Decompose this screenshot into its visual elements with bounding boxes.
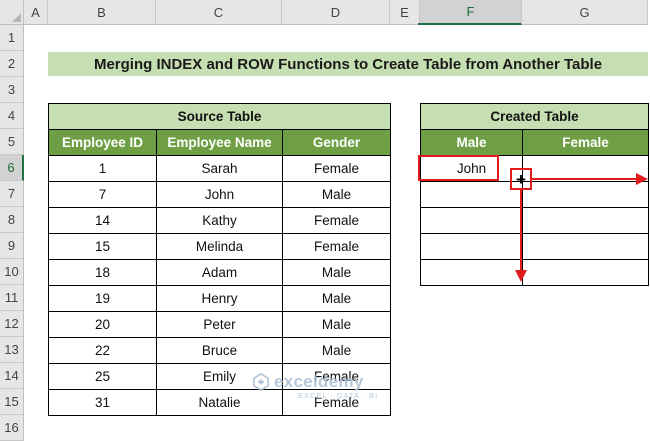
source-cell[interactable]: 19 [48, 285, 157, 312]
created-header-cell[interactable]: Female [522, 129, 649, 156]
row-header-14[interactable]: 14 [0, 363, 24, 389]
source-cell[interactable]: Female [281, 207, 392, 234]
source-cell[interactable]: Bruce [156, 337, 283, 364]
row-header-4[interactable]: 4 [0, 103, 24, 129]
source-cell[interactable]: 18 [48, 259, 157, 286]
arrow-down-head-icon [515, 270, 527, 282]
source-cell[interactable]: 20 [48, 311, 157, 338]
source-cell[interactable]: Male [281, 337, 392, 364]
table-row [420, 259, 649, 286]
row-header-13[interactable]: 13 [0, 337, 24, 363]
spreadsheet-grid: ABCDEFG 1 2 3 4 5 6 7 8 9 10 11 12 13 14 15 16 Merging … [0, 0, 650, 441]
column-header-e[interactable]: E [390, 0, 420, 25]
table-row: 22 Bruce Male [48, 337, 392, 364]
table-row: 19 Henry Male [48, 285, 392, 312]
source-cell[interactable]: Melinda [156, 233, 283, 260]
page-title[interactable]: Merging INDEX and ROW Functions to Creat… [48, 52, 648, 76]
row-header-7[interactable]: 7 [0, 181, 24, 207]
table-row: 1 Sarah Female [48, 155, 392, 182]
source-cell[interactable]: Sarah [156, 155, 283, 182]
source-cell[interactable]: Male [281, 259, 392, 286]
row-header-11[interactable]: 11 [0, 285, 24, 311]
table-row: 15 Melinda Female [48, 233, 392, 260]
watermark-tagline: EXCEL · DATA · BI [298, 391, 379, 400]
row-header-3[interactable]: 3 [0, 77, 24, 103]
source-cell[interactable]: 1 [48, 155, 157, 182]
created-header-cell[interactable]: Male [420, 129, 523, 156]
source-cell[interactable]: 31 [48, 389, 157, 416]
row-header-2[interactable]: 2 [0, 51, 24, 77]
arrow-right-head-icon [636, 173, 648, 185]
source-cell[interactable]: John [156, 181, 283, 208]
source-cell[interactable]: Male [281, 285, 392, 312]
source-cell[interactable]: Male [281, 181, 392, 208]
row-header-5[interactable]: 5 [0, 129, 24, 155]
created-cell[interactable] [522, 259, 649, 286]
source-cell[interactable]: Kathy [156, 207, 283, 234]
created-cell[interactable] [420, 181, 523, 208]
source-cell[interactable]: 25 [48, 363, 157, 390]
row-header-9[interactable]: 9 [0, 233, 24, 259]
source-cell[interactable]: Female [281, 233, 392, 260]
source-cell[interactable]: Adam [156, 259, 283, 286]
row-header-6[interactable]: 6 [0, 155, 24, 181]
source-cell[interactable]: Peter [156, 311, 283, 338]
source-cell[interactable]: 14 [48, 207, 157, 234]
row-header-16[interactable]: 16 [0, 415, 24, 441]
source-cell[interactable]: 7 [48, 181, 157, 208]
table-row: 18 Adam Male [48, 259, 392, 286]
source-header-cell[interactable]: Employee Name [156, 129, 283, 156]
exceldemy-logo-icon [252, 373, 270, 391]
table-row [420, 233, 649, 260]
column-header-g[interactable]: G [522, 0, 648, 25]
row-header-15[interactable]: 15 [0, 389, 24, 415]
arrow-right-icon [532, 178, 638, 180]
table-row: 20 Peter Male [48, 311, 392, 338]
source-table-caption[interactable]: Source Table [47, 103, 392, 130]
created-cell[interactable] [420, 207, 523, 234]
arrow-down-icon [520, 190, 522, 272]
column-header-a[interactable]: A [24, 0, 48, 25]
source-cell[interactable]: Natalie [156, 389, 283, 416]
row-header-1[interactable]: 1 [0, 25, 24, 51]
source-cell[interactable]: 15 [48, 233, 157, 260]
source-header-cell[interactable]: Gender [281, 129, 392, 156]
watermark-brand: exceldemy [274, 372, 364, 391]
created-cell[interactable] [522, 207, 649, 234]
source-header-cell[interactable]: Employee ID [48, 129, 157, 156]
select-all-corner[interactable] [0, 0, 24, 25]
watermark: exceldemy EXCEL · DATA · BI [252, 372, 377, 400]
created-table-caption[interactable]: Created Table [420, 103, 649, 130]
source-cell[interactable]: Female [281, 155, 392, 182]
table-row: 7 John Male [48, 181, 392, 208]
created-cell[interactable] [420, 259, 523, 286]
column-selection-indicator [418, 23, 520, 25]
table-row [420, 207, 649, 234]
table-row [420, 181, 649, 208]
created-table: Created Table Male Female John [420, 103, 649, 286]
active-cell-highlight [418, 155, 499, 181]
row-header-12[interactable]: 12 [0, 311, 24, 337]
source-table: Source Table Employee ID Employee Name Gend… [47, 103, 392, 416]
source-cell[interactable]: Henry [156, 285, 283, 312]
crosshair-plus-icon[interactable]: + [510, 168, 532, 190]
created-cell[interactable] [522, 181, 649, 208]
column-header-b[interactable]: B [48, 0, 156, 25]
source-cell[interactable]: Male [281, 311, 392, 338]
select-all-triangle-icon [12, 13, 21, 22]
column-header-d[interactable]: D [282, 0, 390, 25]
created-cell[interactable] [420, 233, 523, 260]
row-header-8[interactable]: 8 [0, 207, 24, 233]
table-row: 14 Kathy Female [48, 207, 392, 234]
column-header-c[interactable]: C [156, 0, 282, 25]
source-cell[interactable]: 22 [48, 337, 157, 364]
row-header-10[interactable]: 10 [0, 259, 24, 285]
created-cell[interactable] [522, 233, 649, 260]
column-header-f[interactable]: F [420, 0, 522, 25]
